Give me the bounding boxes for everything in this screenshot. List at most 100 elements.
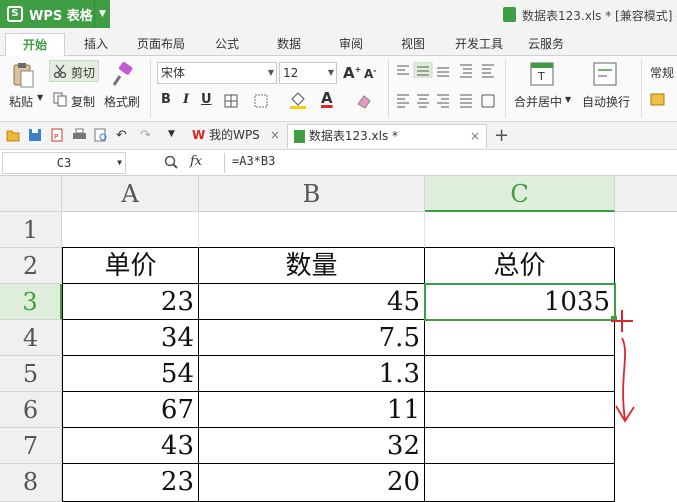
cell-b7[interactable]: 32 xyxy=(199,428,425,464)
cell-c5[interactable] xyxy=(425,356,615,392)
print-icon[interactable] xyxy=(72,128,87,142)
close-icon[interactable]: × xyxy=(270,124,280,146)
close-icon[interactable]: × xyxy=(470,125,480,147)
cell-style-icon[interactable] xyxy=(254,94,268,108)
tab-cloud[interactable]: 云服务 xyxy=(525,34,567,56)
tab-my-wps[interactable]: W 我的WPS × xyxy=(186,124,284,148)
wrap-text-button[interactable]: 自动换行 xyxy=(582,93,630,110)
cell-a8[interactable]: 23 xyxy=(62,464,199,502)
selection-outline xyxy=(424,283,616,321)
cell-b6[interactable]: 11 xyxy=(199,392,425,428)
chevron-down-icon[interactable]: ▼ xyxy=(168,129,175,139)
formula-input[interactable]: =A3*B3 xyxy=(232,154,275,168)
cell-a1[interactable] xyxy=(62,212,199,248)
cell-c7[interactable] xyxy=(425,428,615,464)
drag-annotation xyxy=(611,310,635,423)
row-header-1[interactable]: 1 xyxy=(0,212,62,248)
undo-icon[interactable]: ↶ xyxy=(116,128,127,143)
alignment-icons[interactable] xyxy=(395,62,505,78)
eraser-icon[interactable] xyxy=(356,92,372,110)
cell-a7[interactable]: 43 xyxy=(62,428,199,464)
row-header-8[interactable]: 8 xyxy=(0,464,62,502)
chevron-down-icon[interactable]: ▼ xyxy=(37,93,43,102)
font-color-icon[interactable]: A xyxy=(321,89,333,107)
cell-c8[interactable] xyxy=(425,464,615,502)
fill-color-icon[interactable] xyxy=(289,90,307,110)
row-header-4[interactable]: 4 xyxy=(0,320,62,356)
wrap-text-icon[interactable] xyxy=(593,62,617,86)
cell-c6[interactable] xyxy=(425,392,615,428)
tab-page-layout[interactable]: 页面布局 xyxy=(134,34,188,56)
print-preview-icon[interactable] xyxy=(94,128,108,142)
column-header-a[interactable]: A xyxy=(62,176,199,212)
cell-a3[interactable]: 23 xyxy=(62,284,199,320)
tab-document[interactable]: 数据表123.xls * × xyxy=(287,124,487,148)
cell-b2[interactable]: 数量 xyxy=(199,248,425,284)
save-icon[interactable] xyxy=(28,128,42,142)
cell-a2[interactable]: 单价 xyxy=(62,248,199,284)
column-header-d[interactable] xyxy=(615,176,677,212)
search-icon[interactable] xyxy=(164,155,179,170)
tab-developer[interactable]: 开发工具 xyxy=(452,34,506,56)
open-folder-icon[interactable] xyxy=(6,129,20,142)
row-header-5[interactable]: 5 xyxy=(0,356,62,392)
cell-b4[interactable]: 7.5 xyxy=(199,320,425,356)
tab-view[interactable]: 视图 xyxy=(398,34,428,56)
brush-icon[interactable] xyxy=(110,62,136,88)
copy-icon[interactable] xyxy=(53,92,67,107)
tab-insert[interactable]: 插入 xyxy=(80,34,112,56)
ribbon-separator xyxy=(641,60,642,118)
insert-function-button[interactable]: fx xyxy=(190,154,202,169)
cell-c2[interactable]: 总价 xyxy=(425,248,615,284)
cell-b5[interactable]: 1.3 xyxy=(199,356,425,392)
formula-bar: C3 ▼ fx =A3*B3 xyxy=(0,150,677,176)
cell-a5[interactable]: 54 xyxy=(62,356,199,392)
chevron-down-icon[interactable]: ▼ xyxy=(94,0,110,28)
row-header-2[interactable]: 2 xyxy=(0,248,62,284)
underline-button[interactable]: U xyxy=(201,92,212,107)
paste-button[interactable]: 粘贴 xyxy=(9,93,33,110)
font-size-select[interactable]: 12 ▼ xyxy=(279,62,337,84)
tab-review[interactable]: 审阅 xyxy=(336,34,366,56)
cell-a6[interactable]: 67 xyxy=(62,392,199,428)
select-all-corner[interactable] xyxy=(0,176,62,212)
cell-b3[interactable]: 45 xyxy=(199,284,425,320)
redo-icon[interactable]: ↷ xyxy=(140,128,151,143)
row-header-7[interactable]: 7 xyxy=(0,428,62,464)
wps-menu-button[interactable]: S WPS 表格 ▼ xyxy=(0,0,110,28)
cell-a4[interactable]: 34 xyxy=(62,320,199,356)
format-painter-button[interactable]: 格式刷 xyxy=(104,93,140,110)
currency-icon[interactable] xyxy=(650,92,668,108)
cut-button[interactable]: 剪切 xyxy=(49,60,99,82)
tab-formulas[interactable]: 公式 xyxy=(212,34,242,56)
increase-font-icon[interactable]: A+ xyxy=(343,64,361,82)
column-header-b[interactable]: B xyxy=(199,176,425,212)
number-format-select[interactable]: 常规 xyxy=(650,64,674,81)
chevron-down-icon[interactable]: ▼ xyxy=(565,95,571,104)
cell-b8[interactable]: 20 xyxy=(199,464,425,502)
alignment-icons-row2[interactable] xyxy=(395,92,505,108)
cell-c4[interactable] xyxy=(425,320,615,356)
row-header-3[interactable]: 3 xyxy=(0,284,62,320)
cell-c1[interactable] xyxy=(425,212,615,248)
cell-b1[interactable] xyxy=(199,212,425,248)
chevron-down-icon: ▼ xyxy=(327,68,334,77)
decrease-font-icon[interactable]: A- xyxy=(364,66,377,81)
tab-data[interactable]: 数据 xyxy=(274,34,304,56)
plus-icon[interactable]: + xyxy=(494,125,509,146)
tab-home[interactable]: 开始 xyxy=(5,33,65,57)
export-pdf-icon[interactable]: P xyxy=(50,128,64,142)
copy-button[interactable]: 复制 xyxy=(71,93,95,110)
bold-button[interactable]: B xyxy=(161,92,171,107)
spreadsheet-icon xyxy=(294,130,305,143)
merge-center-icon[interactable]: T xyxy=(530,62,554,86)
row-header-6[interactable]: 6 xyxy=(0,392,62,428)
font-name-select[interactable]: 宋体 ▼ xyxy=(157,62,277,84)
border-icon[interactable] xyxy=(224,94,238,108)
italic-button[interactable]: I xyxy=(183,92,189,107)
name-box[interactable]: C3 ▼ xyxy=(2,152,126,174)
paste-icon[interactable] xyxy=(12,62,34,88)
column-header-c[interactable]: C xyxy=(425,176,615,212)
font-size-value: 12 xyxy=(283,66,299,80)
merge-center-button[interactable]: 合并居中 xyxy=(514,93,562,110)
